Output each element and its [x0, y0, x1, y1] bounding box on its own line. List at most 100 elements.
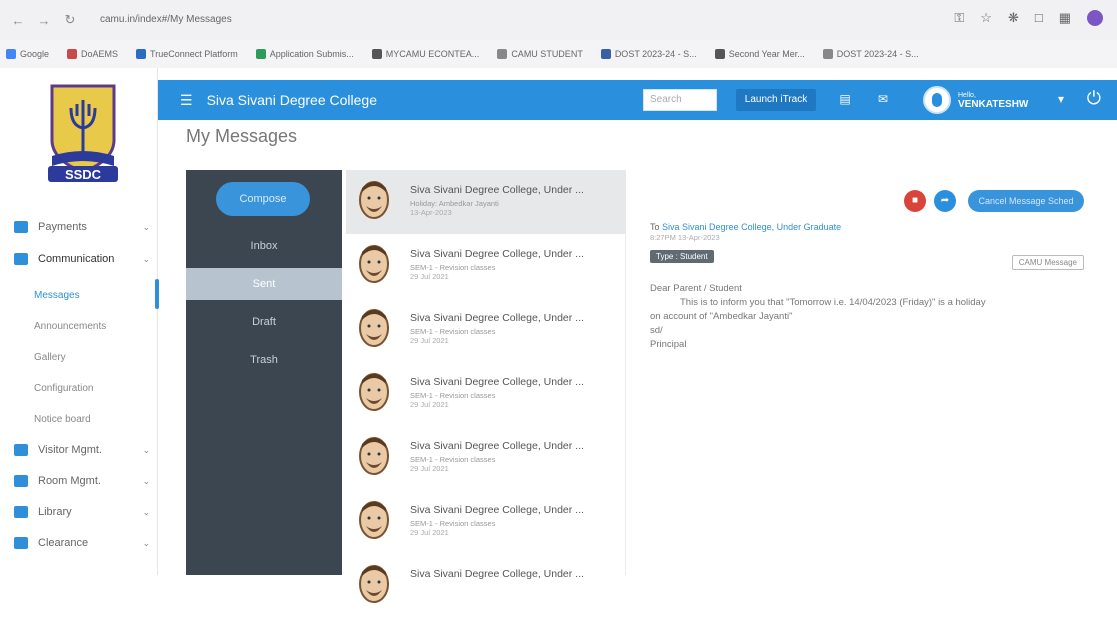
message-date: 29 Jul 2021 [410, 400, 449, 409]
type-badge: Type : Student [650, 250, 714, 263]
sidebar-subitem-announcements[interactable]: Announcements [0, 312, 158, 340]
user-name[interactable]: Hello, VENKATESHW [958, 92, 1028, 110]
compose-button[interactable]: Compose [216, 182, 310, 216]
folder-inbox[interactable]: Inbox [186, 230, 342, 262]
bookmark-icon [67, 49, 78, 59]
launch-itrack-button[interactable]: Launch iTrack [736, 89, 816, 111]
message-subject: SEM-1 - Revision classes [410, 455, 496, 464]
profile-icon[interactable] [1087, 10, 1103, 26]
forward-icon[interactable]: ➦ [934, 190, 956, 212]
signature-1: sd/ [650, 325, 663, 336]
sidebar-subitem-messages[interactable]: Messages [0, 281, 158, 309]
avatar[interactable] [923, 86, 951, 114]
list-item[interactable]: Siva Sivani Degree College, Under ... [346, 554, 626, 618]
sidebar-subitem-notice-board[interactable]: Notice board [0, 405, 158, 433]
page-title: My Messages [186, 126, 298, 146]
chevron-down-icon[interactable]: ⌄ [142, 538, 150, 549]
module-icon [14, 537, 28, 549]
folder-panel: Compose Inbox Sent Draft Trash [186, 170, 342, 575]
cancel-message-schedule-button[interactable]: Cancel Message Sched [968, 190, 1084, 212]
message-subject: SEM-1 - Revision classes [410, 391, 496, 400]
sidebar-item-visitor-mgmt-[interactable]: Visitor Mgmt. ⌄ [0, 435, 158, 465]
chevron-down-icon[interactable]: ⌄ [142, 476, 150, 487]
message-sender: Siva Sivani Degree College, Under ... [410, 376, 584, 388]
bookmark-item[interactable]: DOST 2023-24 - S... [600, 49, 697, 59]
sidebar-item-label: Visitor Mgmt. [38, 444, 102, 456]
bookmark-item[interactable]: TrueConnect Platform [136, 49, 238, 59]
key-icon[interactable]: ⚿ [954, 10, 964, 26]
bookmark-item[interactable]: Second Year Mer... [714, 49, 805, 59]
recipient-link[interactable]: Siva Sivani Degree College, Under Gradua… [662, 222, 841, 232]
bookmarks-bar: Google DoAEMS TrueConnect Platform Applicat… [0, 40, 1117, 68]
bookmark-item[interactable]: Google [6, 49, 49, 59]
sender-avatar [359, 565, 389, 603]
list-item[interactable]: Siva Sivani Degree College, Under ... SEM… [346, 490, 626, 554]
chevron-down-icon[interactable]: ⌄ [142, 254, 150, 265]
window-icon[interactable]: ▦ [1059, 10, 1071, 26]
bookmark-label: CAMU STUDENT [511, 49, 583, 59]
mail-icon[interactable]: ✉ [876, 92, 890, 106]
bookmark-label: Second Year Mer... [728, 49, 805, 59]
back-icon[interactable]: ← [10, 13, 26, 28]
bookmark-label: DoAEMS [81, 49, 119, 59]
message-sender: Siva Sivani Degree College, Under ... [410, 440, 584, 452]
top-nav: ☰ Siva Sivani Degree College Search Laun… [158, 80, 1117, 120]
reload-icon[interactable]: ↻ [62, 12, 78, 28]
module-icon [14, 444, 28, 456]
folder-trash[interactable]: Trash [186, 344, 342, 376]
message-subject: Holiday: Ambedkar Jayanti [410, 199, 499, 208]
message-date: 13-Apr-2023 [410, 208, 452, 217]
chevron-down-icon[interactable]: ▾ [1054, 92, 1068, 106]
list-item[interactable]: Siva Sivani Degree College, Under ... SEM… [346, 234, 626, 298]
sender-avatar [359, 437, 389, 475]
bookmark-item[interactable]: Application Submis... [255, 49, 354, 59]
menu-icon[interactable]: ☰ [180, 92, 193, 109]
chevron-down-icon[interactable]: ⌄ [142, 507, 150, 518]
folder-draft[interactable]: Draft [186, 306, 342, 338]
list-item[interactable]: Siva Sivani Degree College, Under ... SEM… [346, 426, 626, 490]
address-bar[interactable]: camu.in/index#/My Messages [100, 10, 900, 30]
star-icon[interactable]: ☆ [980, 10, 992, 26]
sidebar-subitem-gallery[interactable]: Gallery [0, 343, 158, 371]
bookmark-item[interactable]: CAMU STUDENT [497, 49, 583, 59]
message-subject: SEM-1 - Revision classes [410, 263, 496, 272]
sender-avatar [359, 181, 389, 219]
browser-toolbar: ← → ↻ camu.in/index#/My Messages ⚿ ☆ ❋ □… [0, 0, 1117, 40]
message-list: Siva Sivani Degree College, Under ... Hol… [346, 170, 626, 603]
chevron-down-icon[interactable]: ⌄ [142, 222, 150, 233]
bookmark-label: Application Submis... [269, 49, 354, 59]
sidebar-item-clearance[interactable]: Clearance ⌄ [0, 528, 158, 558]
browser-actions: ⚿ ☆ ❋ □ ▦ [954, 10, 1103, 26]
list-item[interactable]: Siva Sivani Degree College, Under ... SEM… [346, 298, 626, 362]
sender-avatar [359, 373, 389, 411]
forward-icon[interactable]: → [36, 13, 52, 28]
module-icon [14, 506, 28, 518]
extension-icon[interactable]: ❋ [1008, 10, 1019, 26]
list-item[interactable]: Siva Sivani Degree College, Under ... SEM… [346, 362, 626, 426]
sidebar-item-payments[interactable]: Payments ⌄ [0, 212, 158, 242]
delete-icon[interactable]: ■ [904, 190, 926, 212]
sidebar-item-label: Room Mgmt. [38, 475, 101, 487]
sidebar-item-library[interactable]: Library ⌄ [0, 497, 158, 527]
folder-sent[interactable]: Sent [186, 268, 342, 300]
sidebar-item-communication[interactable]: Communication ⌄ [0, 244, 158, 274]
bookmark-icon [255, 49, 266, 59]
module-icon [14, 475, 28, 487]
search-input[interactable]: Search [643, 89, 717, 111]
chevron-down-icon[interactable]: ⌄ [142, 445, 150, 456]
to-prefix: To [650, 222, 660, 232]
tab-icon[interactable]: □ [1035, 10, 1043, 26]
bookmark-icon [497, 49, 508, 59]
bookmark-item[interactable]: DOST 2023-24 - S... [822, 49, 919, 59]
list-item[interactable]: Siva Sivani Degree College, Under ... Hol… [346, 170, 626, 234]
message-date: 29 Jul 2021 [410, 464, 449, 473]
sidebar-item-room-mgmt-[interactable]: Room Mgmt. ⌄ [0, 466, 158, 496]
communication-icon [14, 253, 28, 265]
camu-message-badge: CAMU Message [1011, 255, 1084, 270]
greeting: Dear Parent / Student [650, 283, 742, 294]
power-icon[interactable]: ⏻ [1087, 88, 1101, 109]
bookmark-item[interactable]: DoAEMS [67, 49, 118, 59]
bookmark-item[interactable]: MYCAMU ECONTEA... [371, 49, 479, 59]
card-icon[interactable]: ▤ [838, 92, 852, 106]
sidebar-subitem-configuration[interactable]: Configuration [0, 374, 158, 402]
